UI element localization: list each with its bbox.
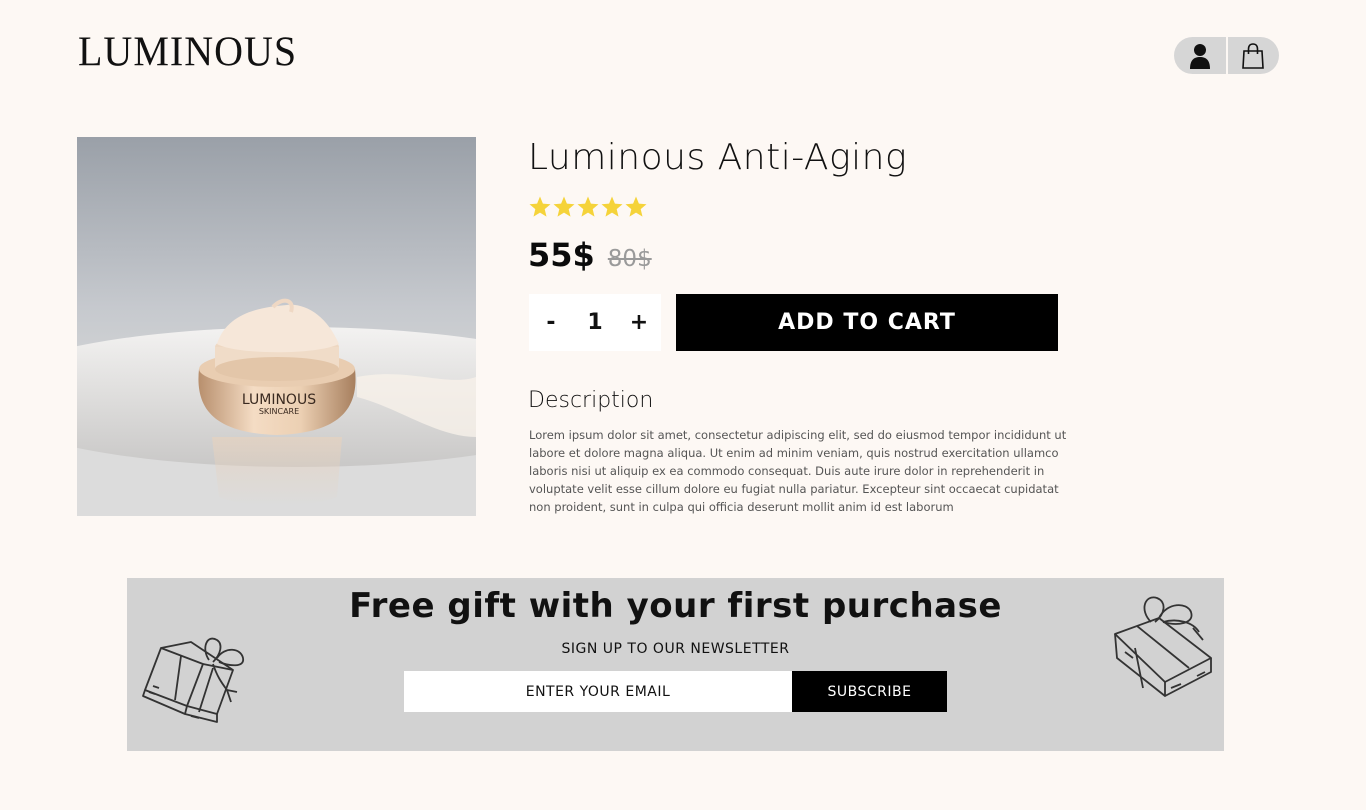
current-price: 55$: [528, 236, 595, 274]
shopping-bag-icon: [1242, 42, 1265, 69]
rating-stars: [528, 194, 648, 220]
star-icon: [529, 196, 551, 217]
product-image: LUMINOUS SKINCARE: [77, 137, 476, 516]
user-icon: [1189, 43, 1210, 69]
add-to-cart-button[interactable]: ADD TO CART: [676, 294, 1058, 351]
description-text: Lorem ipsum dolor sit amet, consectetur …: [529, 428, 1067, 514]
newsletter-subtitle: SIGN UP TO OUR NEWSLETTER: [561, 641, 790, 657]
email-input[interactable]: ENTER YOUR EMAIL: [404, 671, 792, 712]
increase-quantity-button[interactable]: +: [629, 310, 649, 335]
star-icon: [625, 196, 647, 217]
jar-label-brand: LUMINOUS: [242, 392, 316, 408]
brand-logo[interactable]: LUMINOUS: [78, 27, 297, 76]
gift-box-icon: [1114, 596, 1212, 697]
cart-button[interactable]: [1228, 37, 1280, 74]
account-button[interactable]: [1174, 37, 1226, 74]
original-price: 80$: [607, 246, 652, 272]
newsletter-banner: Free gift with your first purchase SIGN …: [127, 578, 1224, 751]
quantity-value[interactable]: 1: [587, 310, 602, 335]
star-icon: [553, 196, 575, 217]
star-icon: [601, 196, 623, 217]
star-icon: [577, 196, 599, 217]
description-heading: Description: [528, 388, 654, 413]
header-actions: [1174, 37, 1279, 74]
product-title: Luminous Anti-Aging: [528, 137, 908, 178]
subscribe-button[interactable]: SUBSCRIBE: [792, 671, 947, 712]
decrease-quantity-button[interactable]: -: [541, 310, 561, 335]
price-row: 55$ 80$: [528, 236, 652, 274]
jar-label-sub: SKINCARE: [259, 407, 299, 416]
product-page: LUMINOUS LUMINOUS SKINCARE Luminous Anti…: [0, 0, 1366, 810]
newsletter-title: Free gift with your first purchase: [349, 586, 1002, 626]
quantity-stepper: - 1 +: [529, 294, 661, 351]
